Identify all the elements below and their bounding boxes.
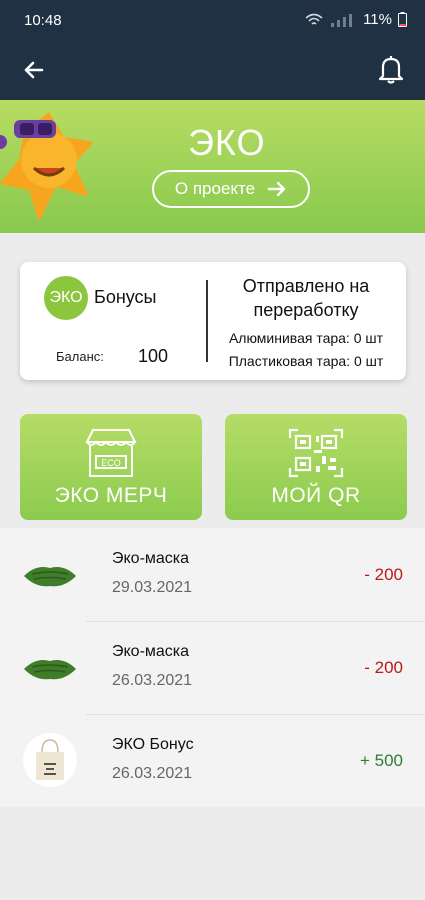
item-name: Эко-маска (112, 643, 190, 660)
aluminum-value: 0 шт (353, 330, 384, 346)
list-item[interactable]: ЭКО Бонус 26.03.2021 + 500 (0, 714, 425, 807)
balance-value: 100 (138, 346, 169, 366)
recycled-title: Отправлено на переработку (242, 276, 370, 320)
bonus-title: Бонусы (94, 287, 157, 307)
eco-merch-button[interactable]: ECO ЭКО МЕРЧ (20, 414, 202, 520)
svg-text:ECO: ECO (101, 458, 121, 468)
plastic-label: Пластиковая тара: (228, 353, 351, 369)
bell-icon[interactable] (375, 52, 407, 86)
list-divider (86, 621, 425, 622)
status-icons: 11% (305, 11, 407, 28)
status-time: 10:48 (24, 12, 62, 29)
shop-icon: ECO (85, 429, 137, 477)
my-qr-label: МОЙ QR (271, 484, 361, 507)
card-divider (206, 280, 208, 362)
app-bar (0, 40, 425, 100)
eco-merch-label: ЭКО МЕРЧ (54, 484, 168, 507)
item-amount: - 200 (364, 565, 403, 584)
item-name: Эко-маска (112, 550, 190, 567)
list-item[interactable]: Эко-маска 26.03.2021 - 200 (0, 621, 425, 714)
aluminum-row: Алюминивая тара: 0 шт (208, 330, 404, 346)
item-name: ЭКО Бонус (112, 736, 194, 753)
item-amount: + 500 (359, 751, 403, 770)
aluminum-label: Алюминивая тара: (228, 330, 350, 346)
plastic-row: Пластиковая тара: 0 шт (208, 353, 404, 369)
tote-bag-icon (23, 733, 77, 787)
plastic-value: 0 шт (353, 353, 384, 369)
mask-icon (24, 660, 76, 680)
battery-icon (398, 12, 407, 27)
signal-icon (331, 13, 353, 27)
hero-banner: ЭКО О проекте (0, 100, 425, 233)
list-divider (86, 714, 425, 715)
eco-logo: ЭКО (188, 122, 266, 163)
item-amount: - 200 (364, 658, 403, 677)
wifi-icon (305, 13, 323, 25)
mask-icon (24, 567, 76, 587)
battery-percent: 11% (363, 11, 392, 28)
transaction-list: Эко-маска 29.03.2021 - 200 Эко-маска 26.… (0, 528, 425, 807)
about-project-label: О проекте (174, 179, 256, 198)
about-project-button[interactable]: О проекте (152, 170, 310, 208)
mascot-image (0, 112, 94, 222)
item-date: 26.03.2021 (112, 765, 193, 782)
bonus-card: ЭКО Бонусы Баланс: 100 Отправлено на пер… (20, 262, 406, 380)
eco-badge-icon: ЭКО (44, 276, 88, 320)
status-bar: 10:48 11% (0, 0, 425, 40)
qr-code-icon (288, 428, 344, 478)
arrow-right-icon (267, 181, 286, 197)
item-date: 26.03.2021 (112, 672, 193, 689)
balance-label: Баланс: (56, 349, 104, 364)
my-qr-button[interactable]: МОЙ QR (225, 414, 407, 520)
list-item[interactable]: Эко-маска 29.03.2021 - 200 (0, 528, 425, 621)
arrow-left-icon[interactable] (18, 54, 50, 86)
item-date: 29.03.2021 (112, 579, 193, 596)
